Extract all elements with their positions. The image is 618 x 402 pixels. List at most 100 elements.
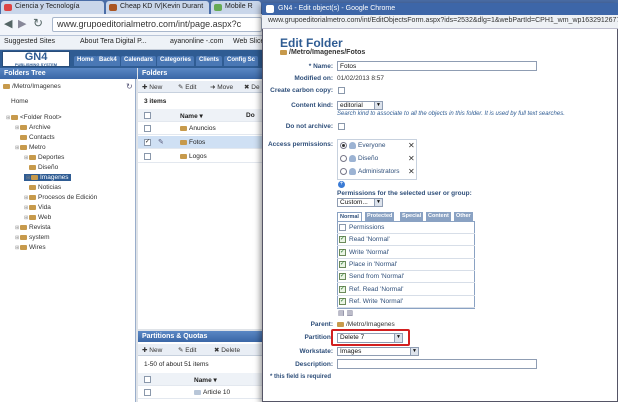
- carbon-copy-checkbox[interactable]: [338, 87, 345, 94]
- column-name[interactable]: Name ▾: [180, 112, 203, 120]
- app-logo: GN4 PUBLISHING SYSTEM: [2, 51, 70, 67]
- tab-content[interactable]: Content: [426, 212, 451, 221]
- partitions-panel: ✚ New ✎ Edit ✖ Delete 1-50 of about 51 i…: [138, 342, 262, 402]
- permission-checkbox[interactable]: ✓: [339, 248, 346, 256]
- list-item[interactable]: ✓ ✎ Fotos: [138, 136, 262, 149]
- group-everyone[interactable]: Everyone: [340, 142, 385, 154]
- bookmark-tera-digital[interactable]: About Tera Digital P...: [80, 38, 147, 45]
- list-header: Name ▾ Do: [138, 109, 262, 122]
- nav-clients[interactable]: Clients: [196, 56, 223, 66]
- partition-edit-button[interactable]: ✎ Edit: [178, 346, 196, 354]
- forward-icon[interactable]: ▶: [18, 17, 26, 30]
- delete-button[interactable]: ✖ De: [244, 83, 260, 91]
- radio-button[interactable]: [340, 168, 347, 175]
- tree-item[interactable]: Contacts: [15, 134, 55, 141]
- partition-row[interactable]: Article 10: [138, 386, 262, 399]
- tree-item-label: system: [29, 234, 50, 241]
- permission-checkbox[interactable]: ✓: [339, 297, 346, 305]
- radio-button[interactable]: [340, 155, 347, 162]
- row-checkbox[interactable]: [144, 389, 151, 396]
- permission-row[interactable]: ✓ Send from 'Normal': [337, 271, 475, 284]
- add-group-icon[interactable]: +: [338, 181, 345, 188]
- nav-categories[interactable]: Categories: [157, 56, 195, 66]
- permission-checkbox[interactable]: [339, 224, 346, 231]
- permission-row[interactable]: ✓ Read 'Normal': [337, 234, 475, 247]
- edit-row-icon[interactable]: ✎: [158, 138, 164, 146]
- bookmark-web-slice[interactable]: Web Slice: [233, 38, 264, 45]
- list-item[interactable]: Logos: [138, 150, 262, 163]
- tree-item-label: Imagenes: [40, 174, 69, 181]
- name-input[interactable]: Fotos: [337, 61, 537, 71]
- group-administrators[interactable]: Administrators: [340, 168, 400, 180]
- permission-row[interactable]: ✓ Ref. Write 'Normal': [337, 296, 475, 308]
- partition-new-button[interactable]: ✚ New: [142, 346, 162, 354]
- no-archive-checkbox[interactable]: [338, 123, 345, 130]
- tab-other[interactable]: Other: [454, 212, 473, 221]
- remove-diseno-icon[interactable]: ✕: [408, 154, 415, 163]
- nav-calendars[interactable]: Calendars: [121, 56, 157, 66]
- new-button[interactable]: ✚ New: [142, 83, 162, 91]
- select-all-checkbox[interactable]: [144, 376, 151, 383]
- chevron-down-icon: ▼: [410, 348, 418, 355]
- tab-ciencia[interactable]: Ciencia y Tecnología: [1, 1, 104, 14]
- permission-checkbox[interactable]: ✓: [339, 260, 346, 268]
- edit-button[interactable]: ✎ Edit: [178, 83, 196, 91]
- nav-back4[interactable]: Back4: [96, 56, 120, 66]
- radio-button[interactable]: [340, 142, 347, 149]
- nav-config[interactable]: Config Sc: [224, 56, 258, 66]
- folders-tree-header: Folders Tree: [0, 68, 137, 79]
- group-diseno[interactable]: Diseño: [340, 155, 378, 167]
- permission-actions-icon[interactable]: ▤ ▥: [338, 309, 353, 317]
- description-input[interactable]: [337, 359, 537, 369]
- bookmark-suggested-sites[interactable]: Suggested Sites: [4, 38, 55, 45]
- permission-checkbox[interactable]: ✓: [339, 236, 346, 244]
- tree-item[interactable]: ⊞ Archive: [15, 124, 51, 131]
- row-checkbox[interactable]: [144, 125, 151, 132]
- tab-protected[interactable]: Protected: [365, 212, 395, 221]
- list-item[interactable]: Anuncios: [138, 122, 262, 135]
- perm-preset-select[interactable]: Custom... ▼: [337, 198, 383, 207]
- tree-item[interactable]: ⊞ <Folder Root>: [6, 114, 62, 121]
- tree-item[interactable]: ⊞ Procesos de Edición: [24, 194, 97, 201]
- tree-item[interactable]: ⊞ Wires: [15, 244, 46, 251]
- partition-delete-button[interactable]: ✖ Delete: [214, 346, 240, 354]
- address-bar[interactable]: www.grupoeditorialmetro.com/int/page.asp…: [52, 17, 262, 32]
- tree-item[interactable]: Home: [6, 98, 28, 105]
- partition-label: Partition:: [304, 334, 333, 341]
- remove-everyone-icon[interactable]: ✕: [408, 141, 415, 150]
- tree-item[interactable]: ⊞ Deportes: [24, 154, 64, 161]
- move-button[interactable]: ➜ Move: [210, 83, 233, 91]
- permission-checkbox[interactable]: ✓: [339, 285, 346, 293]
- tab-normal[interactable]: Normal: [337, 212, 362, 221]
- tree-item[interactable]: ⊞ Vida: [24, 204, 51, 211]
- tree-item[interactable]: ⊞ Imagenes: [24, 174, 71, 181]
- tree-item[interactable]: ⊞ system: [15, 234, 50, 241]
- row-checkbox[interactable]: ✓: [144, 139, 151, 146]
- back-icon[interactable]: ◀: [4, 17, 12, 30]
- tree-item[interactable]: Diseño: [24, 164, 58, 171]
- tree-item[interactable]: ⊞ Web: [24, 214, 51, 221]
- folder-icon: [29, 184, 36, 190]
- tab-cheap-kd[interactable]: Cheap KD IV|Kevin Durant: [106, 1, 209, 14]
- workstate-select[interactable]: Images ▼: [337, 347, 419, 356]
- bookmark-ayanonline[interactable]: ayanonline -.com: [170, 38, 223, 45]
- row-checkbox[interactable]: [144, 153, 151, 160]
- tab-mobile[interactable]: Mobile R: [211, 1, 261, 14]
- nav-home[interactable]: Home: [74, 56, 97, 66]
- column-name[interactable]: Name ▾: [194, 376, 217, 384]
- select-all-checkbox[interactable]: [144, 112, 151, 119]
- refresh-icon[interactable]: ↻: [126, 82, 133, 91]
- permission-row[interactable]: ✓ Place in 'Normal': [337, 259, 475, 271]
- permission-row[interactable]: ✓ Write 'Normal': [337, 247, 475, 259]
- tree-item[interactable]: ⊞ Revista: [15, 224, 51, 231]
- tree-item[interactable]: ⊞ Metro: [15, 144, 46, 151]
- remove-administrators-icon[interactable]: ✕: [408, 167, 415, 176]
- tree-item[interactable]: Noticias: [24, 184, 61, 191]
- reload-icon[interactable]: ↻: [33, 16, 43, 30]
- permission-row[interactable]: ✓ Ref. Read 'Normal': [337, 284, 475, 296]
- group-icon: [349, 142, 356, 149]
- content-kind-select[interactable]: editorial ▼: [337, 101, 383, 110]
- permission-checkbox[interactable]: ✓: [339, 273, 346, 281]
- permission-row[interactable]: Permissions: [337, 222, 475, 234]
- tab-special[interactable]: Special: [400, 212, 424, 221]
